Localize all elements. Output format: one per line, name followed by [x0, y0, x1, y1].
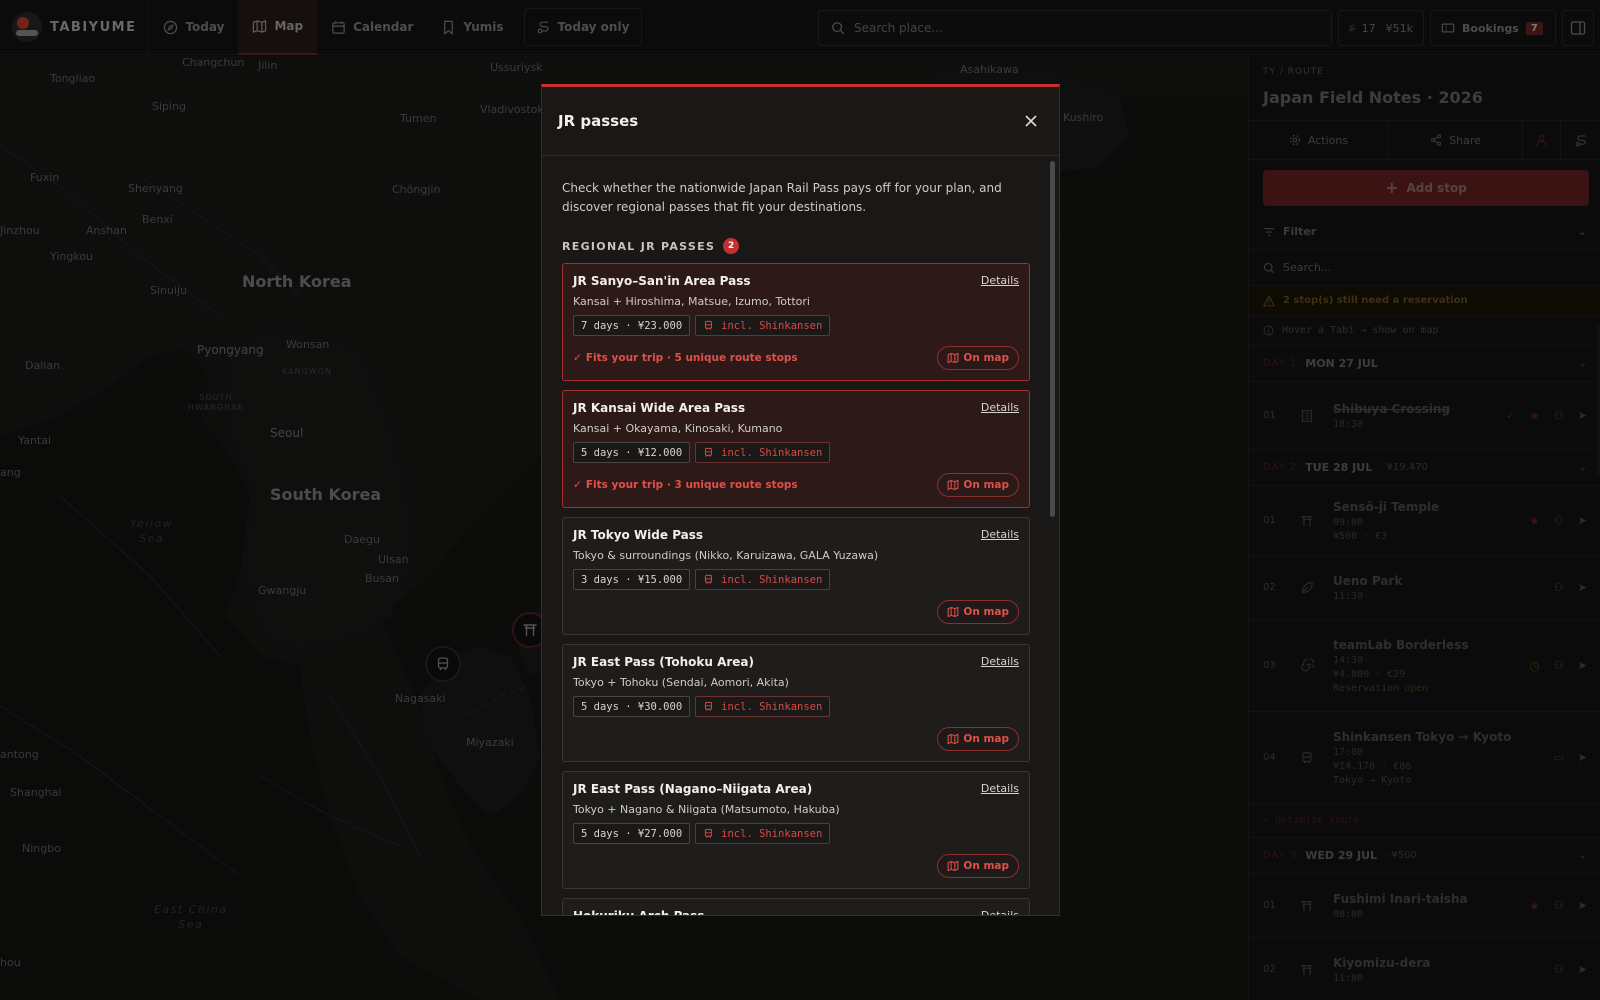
- map-icon: [947, 479, 959, 491]
- pass-card: JR Sanyo–San'in Area Pass Details Kansai…: [562, 263, 1030, 381]
- on-map-button[interactable]: On map: [937, 854, 1019, 878]
- pass-name: Hokuriku Arch Pass: [573, 909, 705, 916]
- duration-price-chip: 5 days · ¥30.000: [573, 696, 691, 717]
- close-icon: [1025, 115, 1037, 127]
- duration-price-chip: 7 days · ¥23.000: [573, 315, 691, 336]
- dialog-body: Check whether the nationwide Japan Rail …: [542, 159, 1047, 916]
- pass-region: Tokyo + Tohoku (Sendai, Aomori, Akita): [573, 676, 789, 689]
- pass-name: JR Sanyo–San'in Area Pass: [573, 274, 751, 288]
- pass-region: Kansai + Okayama, Kinosaki, Kumano: [573, 422, 783, 435]
- pass-list: JR Sanyo–San'in Area Pass Details Kansai…: [562, 263, 1030, 916]
- shinkansen-chip: incl. Shinkansen: [695, 823, 831, 844]
- pass-region: Tokyo & surroundings (Nikko, Karuizawa, …: [573, 549, 879, 562]
- train-icon: [705, 828, 713, 838]
- details-link[interactable]: Details: [981, 401, 1019, 414]
- map-icon: [947, 352, 959, 364]
- details-link[interactable]: Details: [981, 655, 1019, 668]
- pass-chips: 7 days · ¥23.000 incl. Shinkansen: [573, 315, 1019, 336]
- duration-price-chip: 3 days · ¥15.000: [573, 569, 691, 590]
- shinkansen-chip: incl. Shinkansen: [695, 442, 831, 463]
- details-link[interactable]: Details: [981, 782, 1019, 795]
- pass-region: Kansai + Hiroshima, Matsue, Izumo, Totto…: [573, 295, 810, 308]
- pass-footer: On map: [573, 727, 1019, 751]
- duration-price-chip: 5 days · ¥27.000: [573, 823, 691, 844]
- train-icon: [705, 574, 713, 584]
- pass-card: JR East Pass (Tohoku Area) Details Tokyo…: [562, 644, 1030, 762]
- shinkansen-label: incl. Shinkansen: [721, 827, 823, 840]
- pass-chips: 5 days · ¥12.000 incl. Shinkansen: [573, 442, 1019, 463]
- map-icon: [947, 606, 959, 618]
- on-map-label: On map: [963, 860, 1009, 872]
- dialog-intro: Check whether the nationwide Japan Rail …: [562, 181, 1002, 214]
- map-icon: [947, 733, 959, 745]
- shinkansen-chip: incl. Shinkansen: [695, 696, 831, 717]
- train-icon: [705, 447, 713, 457]
- pass-footer: ✓ Fits your trip · 5 unique route stops O…: [573, 346, 1019, 370]
- pass-name: JR Kansai Wide Area Pass: [573, 401, 746, 415]
- pass-footer: On map: [573, 600, 1019, 624]
- check-icon: ✓: [573, 352, 582, 364]
- on-map-label: On map: [963, 606, 1009, 618]
- on-map-label: On map: [963, 352, 1009, 364]
- on-map-button[interactable]: On map: [937, 600, 1019, 624]
- fits-trip-note: ✓ Fits your trip · 3 unique route stops: [573, 479, 798, 491]
- fits-trip-note: ✓ Fits your trip · 5 unique route stops: [573, 352, 798, 364]
- shinkansen-label: incl. Shinkansen: [721, 446, 823, 459]
- on-map-button[interactable]: On map: [937, 346, 1019, 370]
- details-link[interactable]: Details: [981, 528, 1019, 541]
- jr-passes-dialog: JR passes Check whether the nationwide J…: [541, 84, 1060, 916]
- pass-chips: 3 days · ¥15.000 incl. Shinkansen: [573, 569, 1019, 590]
- pass-name: JR East Pass (Tohoku Area): [573, 655, 755, 669]
- pass-chips: 5 days · ¥30.000 incl. Shinkansen: [573, 696, 1019, 717]
- on-map-label: On map: [963, 479, 1009, 491]
- section-title: REGIONAL JR PASSES: [562, 239, 716, 253]
- shinkansen-label: incl. Shinkansen: [721, 700, 823, 713]
- details-link[interactable]: Details: [981, 274, 1019, 287]
- shinkansen-label: incl. Shinkansen: [721, 573, 823, 586]
- pass-card: JR Kansai Wide Area Pass Details Kansai …: [562, 390, 1030, 508]
- fits-trip-text: Fits your trip · 5 unique route stops: [585, 352, 798, 364]
- section-heading: REGIONAL JR PASSES 2: [562, 238, 1027, 254]
- check-icon: ✓: [573, 479, 582, 491]
- shinkansen-chip: incl. Shinkansen: [695, 315, 831, 336]
- dialog-scroll-thumb[interactable]: [1050, 161, 1055, 517]
- duration-price-chip: 5 days · ¥12.000: [573, 442, 691, 463]
- dialog-header: JR passes: [542, 87, 1059, 156]
- pass-region: Tokyo + Nagano & Niigata (Matsumoto, Hak…: [573, 803, 840, 816]
- fits-trip-text: Fits your trip · 3 unique route stops: [585, 479, 798, 491]
- close-button[interactable]: [1019, 109, 1043, 133]
- pass-name: JR Tokyo Wide Pass: [573, 528, 704, 542]
- train-icon: [705, 320, 713, 330]
- shinkansen-label: incl. Shinkansen: [721, 319, 823, 332]
- details-link[interactable]: Details: [981, 909, 1019, 915]
- pass-card: Hokuriku Arch Pass Details Tokyo–Kanazaw…: [562, 898, 1030, 916]
- dialog-scrollbar[interactable]: [1049, 161, 1057, 915]
- on-map-button[interactable]: On map: [937, 473, 1019, 497]
- on-map-label: On map: [963, 733, 1009, 745]
- on-map-button[interactable]: On map: [937, 727, 1019, 751]
- section-count-badge: 2: [723, 238, 740, 254]
- dialog-title: JR passes: [558, 112, 639, 130]
- pass-footer: On map: [573, 854, 1019, 878]
- map-icon: [947, 860, 959, 872]
- pass-footer: ✓ Fits your trip · 3 unique route stops O…: [573, 473, 1019, 497]
- pass-name: JR East Pass (Nagano–Niigata Area): [573, 782, 813, 796]
- shinkansen-chip: incl. Shinkansen: [695, 569, 831, 590]
- train-icon: [705, 701, 713, 711]
- pass-chips: 5 days · ¥27.000 incl. Shinkansen: [573, 823, 1019, 844]
- pass-card: JR East Pass (Nagano–Niigata Area) Detai…: [562, 771, 1030, 889]
- pass-card: JR Tokyo Wide Pass Details Tokyo & surro…: [562, 517, 1030, 635]
